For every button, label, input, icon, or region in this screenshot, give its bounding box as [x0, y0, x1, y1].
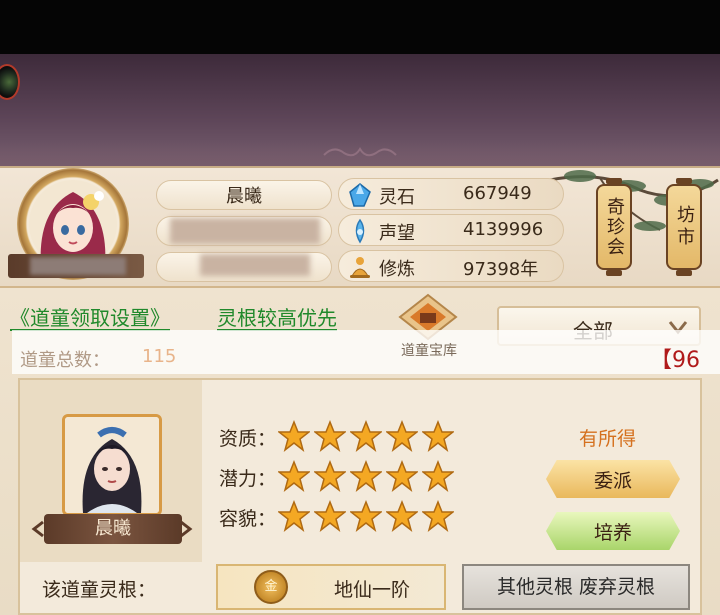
market-label: 坊市 [674, 205, 695, 249]
market-button[interactable]: 坊市 [666, 178, 702, 276]
star-icon [386, 420, 418, 452]
star-icon [422, 420, 454, 452]
spirit-root-label: 该道童灵根： [42, 579, 157, 601]
disciple-portrait[interactable] [62, 414, 162, 516]
total-count-value: 115 [142, 346, 177, 367]
cultivation-icon [350, 257, 370, 278]
resource-row-spirit-stone: 灵石 667949 [338, 178, 564, 210]
metal-element-icon: 金 [254, 570, 288, 604]
star-icon [422, 500, 454, 532]
summary-overlay [12, 330, 720, 374]
spirit-stone-icon [349, 183, 371, 207]
star-icon [350, 460, 382, 492]
resource-row-reputation: 声望 4139996 [338, 214, 564, 246]
resource-value: 667949 [463, 183, 532, 204]
resource-label: 声望 [379, 223, 415, 244]
star-icon [278, 460, 310, 492]
total-count-label: 道童总数： [20, 350, 110, 371]
star-icon [350, 420, 382, 452]
collect-settings-link[interactable]: 《道童领取设置》 [10, 302, 170, 331]
next-arrow-icon[interactable] [176, 520, 194, 538]
resource-row-cultivation: 修炼 97398年 [338, 250, 564, 282]
cloud-ornament-icon [323, 147, 397, 157]
star-icon [314, 460, 346, 492]
star-icon [278, 500, 310, 532]
priority-link[interactable]: 灵根较高优先 [217, 302, 337, 331]
partial-count: 【96 [650, 348, 700, 373]
star-icon [386, 460, 418, 492]
resource-label: 修炼 [379, 259, 415, 280]
resource-value: 4139996 [463, 219, 544, 240]
star-icon [422, 460, 454, 492]
vault-label[interactable]: 道童宝库 [394, 340, 464, 360]
star-icon [314, 420, 346, 452]
redacted-info [200, 254, 310, 276]
treasure-fair-button[interactable]: 奇珍会 [596, 178, 632, 276]
redacted-title [30, 257, 126, 275]
resource-label: 灵石 [379, 187, 415, 208]
attribute-label-aptitude: 资质： [219, 428, 277, 450]
disciple-name: 晨曦 [44, 514, 182, 544]
spirit-root-box: 金 地仙一阶 [216, 564, 446, 610]
star-icon [386, 500, 418, 532]
other-roots-button[interactable]: 其他灵根 废弃灵根 [462, 564, 690, 610]
top-bar [0, 0, 720, 54]
star-icon [314, 500, 346, 532]
attribute-label-appearance: 容貌： [219, 508, 277, 530]
resource-value: 97398年 [463, 259, 539, 280]
star-icon [350, 500, 382, 532]
player-name: 晨曦 [156, 180, 332, 210]
redacted-info [170, 218, 320, 244]
train-button[interactable]: 培养 [546, 512, 680, 550]
star-icon [278, 420, 310, 452]
reputation-icon [355, 218, 365, 244]
treasure-fair-label: 奇珍会 [604, 197, 625, 257]
spirit-root-value: 地仙一阶 [334, 579, 411, 601]
attribute-label-potential: 潜力： [219, 468, 277, 490]
assign-button[interactable]: 委派 [546, 460, 680, 498]
status-text: 有所得 [579, 428, 637, 450]
